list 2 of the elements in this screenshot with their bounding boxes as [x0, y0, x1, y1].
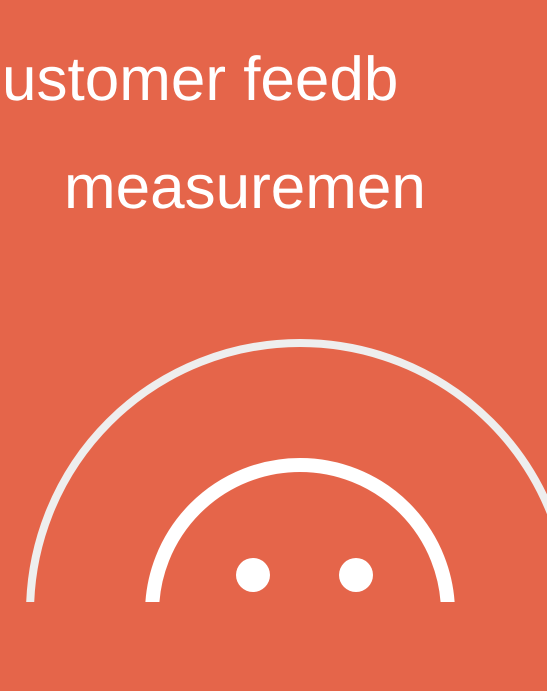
headline-text: measuremen	[64, 152, 426, 224]
headline-text: ustomer feedb	[2, 44, 398, 116]
